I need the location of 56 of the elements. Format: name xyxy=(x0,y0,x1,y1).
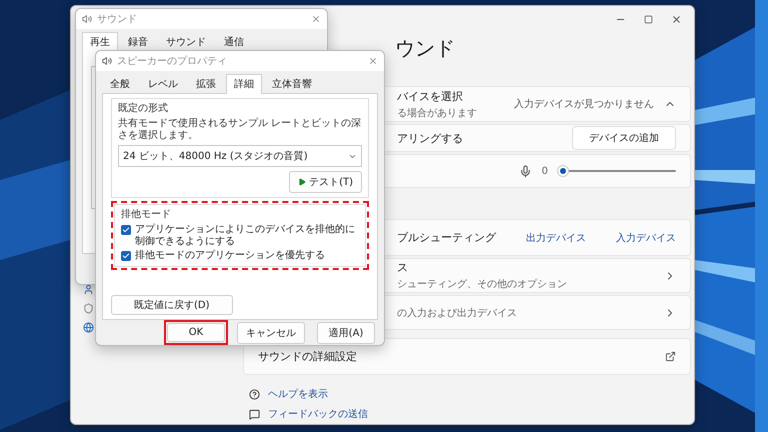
group-label: 排他モード xyxy=(121,208,172,221)
device-link[interactable]: 出力デバイス xyxy=(526,230,586,244)
group-description: 共有モードで使用されるサンプル レートとビットの深さを選択します。 xyxy=(118,118,362,142)
card-subtitle: シューティング、その他のオプション xyxy=(397,278,568,291)
dialog-title: サウンド xyxy=(97,13,138,26)
volume-reading: 0 xyxy=(542,166,548,176)
maximize-icon[interactable] xyxy=(644,14,653,24)
close-icon[interactable] xyxy=(311,14,321,24)
dialog-tab[interactable]: 通信 xyxy=(216,32,252,52)
card-title: ス xyxy=(397,260,409,275)
globe-icon[interactable] xyxy=(83,322,94,333)
dialog-title: スピーカーのプロパティ xyxy=(117,54,228,68)
card-title: ブルシューティング xyxy=(397,230,496,245)
checkbox[interactable] xyxy=(121,251,131,261)
card-subtitle: の入力および出力デバイス xyxy=(397,306,518,320)
dialog-tab[interactable]: 再生 xyxy=(82,32,118,52)
person-icon[interactable] xyxy=(83,284,94,295)
restore-defaults-button[interactable]: 既定値に戻す(D) xyxy=(111,295,233,315)
dialog-button[interactable]: OK xyxy=(167,323,225,342)
dialog-tab[interactable]: サウンド xyxy=(158,32,214,52)
play-icon xyxy=(298,178,306,186)
speaker-icon xyxy=(102,56,112,66)
close-icon[interactable] xyxy=(368,56,378,66)
dialog-tab[interactable]: 詳細 xyxy=(226,74,262,94)
dialog-button[interactable]: 適用(A) xyxy=(317,322,375,344)
external-link-icon[interactable] xyxy=(665,351,676,362)
card-title: サウンドの詳細設定 xyxy=(258,349,358,364)
card-subtitle: る場合があります xyxy=(397,106,478,120)
page-heading: ウンド xyxy=(395,35,455,62)
card-title: アリングする xyxy=(397,130,464,146)
checkbox-label: 排他モードのアプリケーションを優先する xyxy=(135,250,325,262)
help-link[interactable]: ヘルプを表示 xyxy=(268,387,328,401)
dialog-tab[interactable]: 立体音響 xyxy=(264,74,320,94)
help-link[interactable]: フィードバックの送信 xyxy=(268,407,368,421)
dialog-tab[interactable]: 全般 xyxy=(102,74,138,94)
dialog-tab[interactable]: 拡張 xyxy=(188,74,224,94)
feedback-icon xyxy=(249,408,260,420)
close-icon[interactable] xyxy=(671,14,682,24)
slider-thumb[interactable] xyxy=(558,166,568,176)
volume-slider[interactable] xyxy=(558,166,676,176)
checkbox-label: アプリケーションによりこのデバイスを排他的に制御できるようにする xyxy=(135,224,356,247)
device-link[interactable]: 入力デバイス xyxy=(616,230,676,244)
dialog-tab[interactable]: 録音 xyxy=(120,32,156,52)
shield-icon[interactable] xyxy=(83,303,94,314)
checkbox[interactable] xyxy=(121,225,131,235)
speaker-icon xyxy=(82,14,92,24)
add-device-button[interactable]: デバイスの追加 xyxy=(572,126,676,150)
microphone-icon xyxy=(518,164,532,178)
help-icon xyxy=(249,388,260,400)
format-dropdown[interactable]: 24 ビット、48000 Hz (スタジオの音質) xyxy=(118,145,362,167)
group-label: 既定の形式 xyxy=(118,102,169,115)
card-title: バイスを選択 xyxy=(397,88,464,104)
dialog-button[interactable]: キャンセル xyxy=(237,322,305,344)
test-button[interactable]: テスト(T) xyxy=(289,171,362,193)
dialog-tab[interactable]: レベル xyxy=(140,74,186,94)
device-status: 入力デバイスが見つかりません xyxy=(514,98,654,111)
